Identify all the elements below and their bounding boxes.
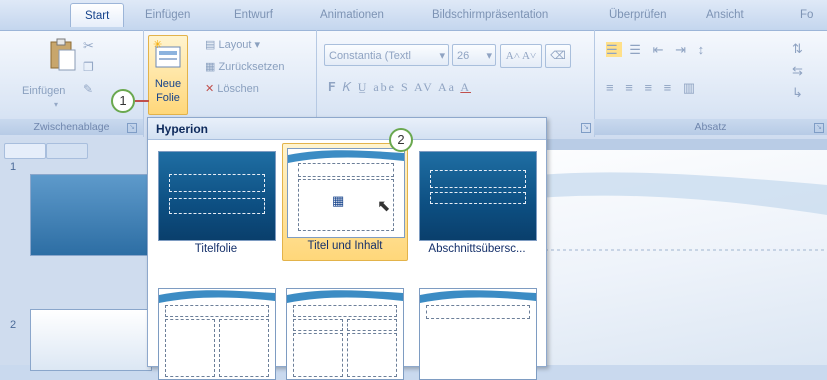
layout-label: Layout — [218, 39, 252, 51]
tab-bildschirmpraesentation[interactable]: Bildschirmpräsentation — [432, 9, 548, 21]
outline-tab[interactable] — [46, 143, 88, 159]
font-name-dropdown-icon: ▾ — [439, 50, 445, 62]
callout-connector — [135, 100, 149, 102]
layout-label: Titel und Inhalt — [307, 240, 383, 252]
callout-marker: 1 — [111, 89, 135, 113]
delete-icon: ✕ — [205, 83, 218, 95]
line-spacing-icon[interactable]: ↕ — [698, 42, 709, 57]
strikethrough-icon[interactable]: abe — [373, 80, 396, 94]
list-buttons: ☰ ☰ ⇤ ⇥ ↕ — [606, 42, 806, 64]
mouse-pointer-icon: ⬉ — [377, 198, 391, 215]
new-slide-button[interactable]: ✳ Neue Folie — [148, 35, 188, 115]
justify-icon[interactable]: ≡ — [664, 80, 676, 95]
group-clipboard: Einfügen ▾ ✂ ❐ ✎ Zwischenablage ↘ — [0, 30, 144, 137]
change-case-icon[interactable]: Aa — [438, 80, 456, 94]
tab-animationen[interactable]: Animationen — [320, 9, 384, 21]
layout-button[interactable]: ▤ Layout ▾ — [205, 38, 260, 51]
layout-preview — [419, 288, 537, 380]
new-slide-label-line2: Folie — [156, 92, 180, 104]
decrease-indent-icon[interactable]: ⇤ — [653, 42, 668, 57]
font-format-buttons: 𝐅 𝐾 U̲ abe S AV Aa A — [328, 80, 578, 102]
tab-ueberpruefen[interactable]: Überprüfen — [609, 9, 667, 21]
slide-number: 1 — [10, 161, 17, 173]
layout-option-title-content[interactable]: ▦ Titel und Inhalt ⬉ — [282, 143, 408, 261]
clipboard-launcher-icon[interactable]: ↘ — [127, 123, 137, 133]
paste-button-label[interactable]: Einfügen — [22, 85, 65, 97]
align-right-icon[interactable]: ≡ — [644, 80, 656, 95]
font-name-combo[interactable]: Constantia (Textl ▾ — [324, 44, 449, 66]
delete-label: Löschen — [217, 83, 259, 95]
slides-tab[interactable] — [4, 143, 46, 159]
slide-number: 2 — [10, 319, 17, 331]
columns-icon[interactable]: ▥ — [683, 80, 699, 95]
layout-icon: ▤ — [205, 39, 219, 51]
reset-label: Zurücksetzen — [218, 61, 285, 73]
gallery-theme-header: Hyperion — [148, 118, 546, 140]
layout-gallery-dropdown: Hyperion Titelfolie ▦ Titel und Inhalt ⬉… — [147, 117, 547, 380]
align-center-icon[interactable]: ≡ — [625, 80, 637, 95]
copy-icon[interactable]: ❐ — [83, 60, 94, 74]
tab-start[interactable]: Start — [70, 3, 125, 27]
reset-icon: ▦ — [205, 61, 219, 73]
svg-text:✳: ✳ — [153, 39, 162, 51]
layout-option-two-content[interactable] — [154, 284, 278, 380]
format-painter-icon[interactable]: ✎ — [83, 82, 93, 96]
slide-thumbnail[interactable] — [30, 309, 152, 371]
layout-option-comparison[interactable] — [282, 284, 406, 380]
slides-panel: 1 2 — [0, 139, 152, 371]
group-paragraph: ☰ ☰ ⇤ ⇥ ↕ ≡ ≡ ≡ ≡ ▥ ⇅ ⇆ ↳ Absatz ↘ — [594, 30, 827, 137]
layout-label: Titelfolie — [194, 243, 238, 255]
font-color-icon[interactable]: A — [460, 80, 471, 94]
tab-einfuegen[interactable]: Einfügen — [145, 9, 190, 21]
underline-icon[interactable]: U̲ — [358, 80, 369, 94]
layout-preview: ▦ — [287, 148, 405, 238]
align-buttons: ≡ ≡ ≡ ≡ ▥ — [606, 80, 806, 102]
font-size-value: 26 — [457, 50, 470, 62]
ribbon-tab-bar: Start Einfügen Entwurf Animationen Bilds… — [0, 0, 827, 30]
align-left-icon[interactable]: ≡ — [606, 80, 618, 95]
paragraph-launcher-icon[interactable]: ↘ — [814, 123, 824, 133]
tab-ansicht[interactable]: Ansicht — [706, 9, 744, 21]
layout-label: Abschnittsübersc... — [428, 243, 526, 255]
group-label-clipboard: Zwischenablage — [0, 119, 143, 135]
numbering-icon[interactable]: ☰ — [629, 42, 645, 57]
paste-dropdown-icon[interactable]: ▾ — [54, 100, 58, 109]
slide-thumbnail[interactable] — [30, 174, 152, 256]
callout-marker: 2 — [389, 128, 413, 152]
layout-option-title-slide[interactable]: Titelfolie — [154, 147, 278, 265]
clear-formatting-icon[interactable]: ⌫ — [545, 44, 571, 68]
grow-shrink-font-icon[interactable]: A˄ A˅ — [500, 44, 542, 68]
bold-icon[interactable]: 𝐅 — [328, 80, 338, 94]
delete-slide-button[interactable]: ✕ Löschen — [205, 82, 259, 95]
reset-button[interactable]: ▦ Zurücksetzen — [205, 60, 284, 73]
font-launcher-icon[interactable]: ↘ — [581, 123, 591, 133]
italic-icon[interactable]: 𝐾 — [343, 80, 353, 94]
text-direction-icons[interactable]: ⇅ ⇆ ↳ — [792, 38, 803, 104]
layout-option-title-only[interactable] — [415, 284, 539, 380]
font-size-combo[interactable]: 26 ▾ — [452, 44, 496, 66]
layout-preview — [158, 288, 276, 380]
cut-icon[interactable]: ✂ — [83, 38, 94, 54]
layout-preview — [158, 151, 276, 241]
new-slide-label-line1: Neue — [154, 78, 182, 90]
layout-preview — [286, 288, 404, 380]
shadow-icon[interactable]: S — [401, 80, 410, 94]
increase-indent-icon[interactable]: ⇥ — [675, 42, 690, 57]
font-name-value: Constantia (Textl — [329, 50, 411, 62]
char-spacing-icon[interactable]: AV — [414, 80, 434, 94]
bullets-icon[interactable]: ☰ — [606, 42, 622, 57]
new-slide-icon: ✳ — [153, 39, 181, 68]
tab-entwurf[interactable]: Entwurf — [234, 9, 273, 21]
tab-format[interactable]: Fo — [800, 9, 813, 21]
content-placeholder-icon: ▦ — [332, 193, 345, 208]
font-size-dropdown-icon: ▾ — [486, 50, 492, 62]
layout-preview — [419, 151, 537, 241]
paste-icon[interactable] — [48, 38, 78, 74]
group-label-paragraph: Absatz — [594, 119, 827, 135]
layout-option-section-header[interactable]: Abschnittsübersc... — [415, 147, 539, 265]
